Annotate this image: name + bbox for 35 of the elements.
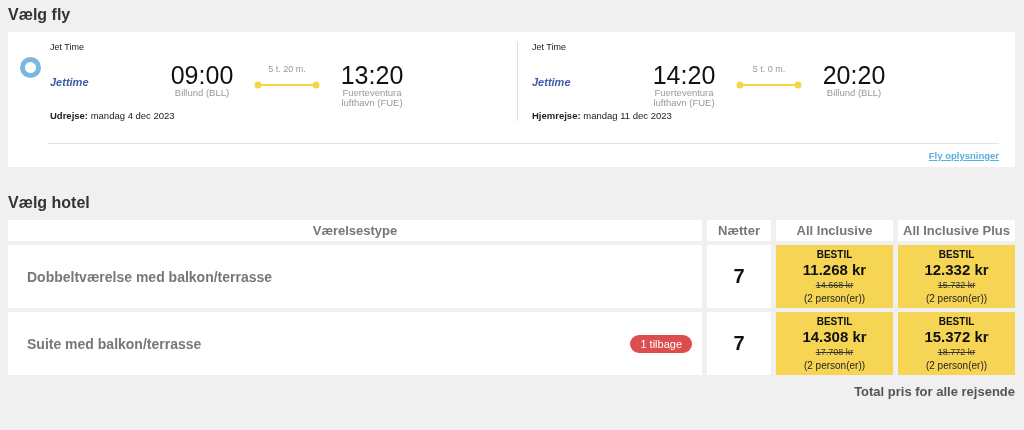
nights-cell: 7 [707, 245, 771, 308]
radio-button[interactable] [20, 57, 41, 78]
departure-time: 14:20 [652, 62, 716, 88]
airline-logo: Jettime [532, 76, 572, 88]
departure-time: 09:00 [170, 62, 234, 88]
price-offer-button[interactable]: BESTIL 12.332 kr 15.732 kr (2 person(er)) [898, 245, 1015, 308]
arrival-time: 20:20 [822, 62, 886, 88]
price-offer-button[interactable]: BESTIL 11.268 kr 14.668 kr (2 person(er)) [776, 245, 893, 308]
column-header: All Inclusive [776, 220, 893, 241]
flight-duration: 5 t. 20 m. [268, 64, 306, 74]
travel-date: Hjemrejse: mandag 11 dec 2023 [532, 110, 673, 121]
price-offer-button[interactable]: BESTIL 14.308 kr 17.708 kr (2 person(er)) [776, 312, 893, 375]
nights-cell: 7 [707, 312, 771, 375]
arrival-airport: Billund (BLL) [825, 88, 883, 98]
departure-airport: Fuerteventura lufthavn (FUE) [652, 88, 716, 108]
total-price-note: Total pris for alle rejsende [854, 384, 1015, 399]
flight-duration: 5 t. 0 m. [752, 64, 786, 74]
airline-logo: Jettime [50, 76, 90, 88]
price-offer-button[interactable]: BESTIL 15.372 kr 18.772 kr (2 person(er)) [898, 312, 1015, 375]
column-header: All Inclusive Plus [898, 220, 1015, 241]
column-header: Nætter [707, 220, 771, 241]
section-title: Vælg fly [8, 5, 72, 25]
column-header: Værelsestype [8, 220, 702, 241]
departure-airport: Billund (BLL) [173, 88, 231, 98]
arrival-airport: Fuerteventura lufthavn (FUE) [340, 88, 404, 108]
airline-name: Jet Time [50, 42, 85, 52]
room-type: Suite med balkon/terrasse [27, 335, 202, 352]
section-title: Vælg hotel [8, 193, 91, 213]
airline-name: Jet Time [532, 42, 567, 52]
availability-badge: 1 tilbage [630, 334, 692, 353]
room-type: Dobbeltværelse med balkon/terrasse [27, 268, 273, 285]
route-line-icon [736, 81, 802, 89]
route-line-icon [254, 81, 320, 89]
travel-date: Udrejse: mandag 4 dec 2023 [50, 110, 176, 121]
arrival-time: 13:20 [340, 62, 404, 88]
